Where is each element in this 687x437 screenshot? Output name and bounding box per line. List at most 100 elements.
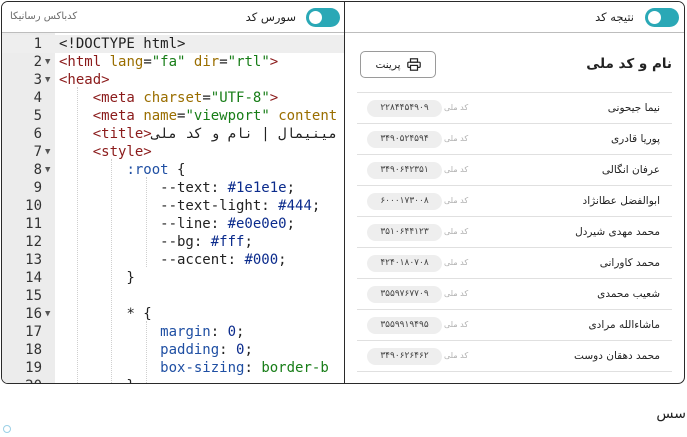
- print-button[interactable]: پرینت: [360, 51, 436, 78]
- result-toggle-label: نتیجه کد: [595, 10, 634, 24]
- code-line: 1 <!DOCTYPE html>: [2, 35, 344, 53]
- pane-divider[interactable]: [344, 2, 345, 383]
- line-number: 17: [25, 324, 42, 340]
- code-label: کد ملی: [444, 351, 469, 360]
- result-header: نتیجه کد: [345, 2, 684, 33]
- code-text: --accent: #000;: [59, 252, 287, 268]
- line-number: 10: [25, 198, 42, 214]
- code-text: }: [59, 270, 135, 286]
- code-text: --text: #1e1e1e;: [59, 180, 296, 196]
- code-label: کد ملی: [444, 320, 469, 329]
- line-number: 4: [33, 90, 42, 106]
- code-line: 5 <meta name="viewport" content: [2, 107, 344, 125]
- code-text: <meta name="viewport" content: [92, 108, 338, 124]
- fold-arrow-icon[interactable]: ▼: [45, 305, 50, 323]
- code-line: 18 padding: 0;: [2, 341, 344, 359]
- line-number: 14: [25, 270, 42, 286]
- person-name: محمد مهدی شیردل: [575, 226, 660, 238]
- code-line: 13 --accent: #000;: [2, 251, 344, 269]
- print-label: پرینت: [375, 58, 401, 71]
- national-code-badge: ۳۴۹۰۶۴۲۳۵۱: [367, 162, 442, 179]
- code-line: 12 --bg: #fff;: [2, 233, 344, 251]
- code-line: 7 ▼ <style>: [2, 143, 344, 161]
- code-text: <meta charset="UTF-8">: [92, 90, 279, 106]
- code-label: کد ملی: [444, 134, 469, 143]
- code-line: 11 --line: #e0e0e0;: [2, 215, 344, 233]
- line-number: 18: [25, 342, 42, 358]
- line-number: 7: [33, 144, 42, 160]
- code-text: <title>مینیمال | نام و کد ملی: [92, 126, 338, 142]
- line-number: 9: [33, 180, 42, 196]
- national-code-badge: ۳۴۹۰۶۲۶۴۶۲: [367, 348, 442, 365]
- line-number: 3: [33, 72, 42, 88]
- list-item: نیما جیحونی کد ملی ۲۲۸۴۴۵۴۹۰۹: [357, 93, 672, 124]
- code-label: کد ملی: [444, 227, 469, 236]
- person-name: محمد دهقان دوست: [574, 350, 660, 362]
- source-header: کدباکس رسانیکا سورس کد: [2, 2, 344, 33]
- printer-icon: [406, 58, 421, 71]
- code-text: --line: #e0e0e0;: [59, 216, 296, 232]
- list-item: ماشاءالله مرادی کد ملی ۳۵۵۹۹۱۹۴۹۵: [357, 310, 672, 341]
- list-item: شعیب محمدی کد ملی ۳۵۵۹۷۶۷۷۰۹: [357, 279, 672, 310]
- national-code-badge: ۳۵۵۹۷۶۷۷۰۹: [367, 286, 442, 303]
- brand-label: کدباکس رسانیکا: [10, 11, 78, 22]
- line-number: 2: [33, 54, 42, 70]
- code-line: 19 box-sizing: border-b: [2, 359, 344, 377]
- code-line: 4 <meta charset="UTF-8">: [2, 89, 344, 107]
- code-text: --bg: #fff;: [59, 234, 253, 250]
- code-editor[interactable]: 1 <!DOCTYPE html> 2 ▼ <html lang="fa" dir="…: [2, 33, 344, 383]
- list-item: محمد کاورانی کد ملی ۴۲۴۰۱۸۰۷۰۸: [357, 248, 672, 279]
- code-text: <style>: [92, 144, 152, 160]
- result-preview: نام و کد ملی پرینت نیما جیحونی کد ملی ۲۲۸۴…: [345, 33, 684, 383]
- code-text: margin: 0;: [160, 324, 245, 340]
- national-code-badge: ۲۲۸۴۴۵۴۹۰۹: [367, 100, 442, 117]
- person-name: ماشاءالله مرادی: [588, 319, 660, 331]
- line-number: 12: [25, 234, 42, 250]
- national-code-badge: ۶۰۰۰۱۷۳۰۰۸: [367, 193, 442, 210]
- code-line: 6 <title>مینیمال | نام و کد ملی: [2, 125, 344, 143]
- code-text: }: [59, 377, 134, 383]
- line-number: 1: [33, 36, 42, 52]
- below-text: سس: [656, 406, 686, 422]
- line-number: 11: [25, 216, 42, 232]
- code-text: <head>: [59, 72, 110, 88]
- person-name: شعیب محمدی: [597, 288, 660, 300]
- code-text: <!DOCTYPE html>: [59, 36, 186, 52]
- fold-arrow-icon[interactable]: ▼: [45, 143, 50, 161]
- code-line: 3 ▼ <head>: [2, 71, 344, 89]
- person-name: نیما جیحونی: [607, 102, 660, 114]
- person-name: عرفان انگالی: [601, 164, 660, 176]
- line-number: 16: [25, 306, 42, 322]
- person-name: پوریا قادری: [610, 133, 660, 145]
- result-toggle[interactable]: [645, 8, 679, 27]
- code-line: 17 margin: 0;: [2, 323, 344, 341]
- code-line: 16 ▼ * {: [2, 305, 344, 323]
- line-number: 20: [2, 377, 42, 383]
- code-line: 20 }: [2, 377, 344, 383]
- fold-arrow-icon[interactable]: ▼: [45, 53, 50, 71]
- code-line: 14 }: [2, 269, 344, 287]
- toggle-knob: [648, 11, 661, 24]
- code-label: کد ملی: [444, 289, 469, 298]
- person-name: ابوالفضل عطانژاد: [582, 195, 660, 207]
- code-text: <html lang="fa" dir="rtl">: [59, 54, 279, 70]
- people-list: نیما جیحونی کد ملی ۲۲۸۴۴۵۴۹۰۹ پوریا قادری ک…: [357, 92, 672, 372]
- list-item: پوریا قادری کد ملی ۳۴۹۰۵۲۴۵۹۴: [357, 124, 672, 155]
- line-number: 6: [33, 126, 42, 142]
- code-line: 2 ▼ <html lang="fa" dir="rtl">: [2, 53, 344, 71]
- source-toggle-label: سورس کد: [245, 10, 296, 24]
- national-code-badge: ۳۵۱۰۶۴۴۱۲۳: [367, 224, 442, 241]
- code-line: 10 --text-light: #444;: [2, 197, 344, 215]
- code-text: :root {: [126, 162, 186, 178]
- source-toggle[interactable]: [306, 8, 340, 27]
- code-line: 9 --text: #1e1e1e;: [2, 179, 344, 197]
- page-title: نام و کد ملی: [586, 56, 672, 72]
- codebox-frame: کدباکس رسانیکا سورس کد نتیجه کد 1 <!DOCTY…: [1, 1, 685, 384]
- code-text: padding: 0;: [160, 342, 253, 358]
- fold-arrow-icon[interactable]: ▼: [45, 71, 50, 89]
- list-item: محمد دهقان دوست کد ملی ۳۴۹۰۶۲۶۴۶۲: [357, 341, 672, 372]
- code-line: 8 ▼ :root {: [2, 161, 344, 179]
- fold-arrow-icon[interactable]: ▼: [45, 161, 50, 179]
- line-number: 8: [33, 162, 42, 178]
- list-item: محمد مهدی شیردل کد ملی ۳۵۱۰۶۴۴۱۲۳: [357, 217, 672, 248]
